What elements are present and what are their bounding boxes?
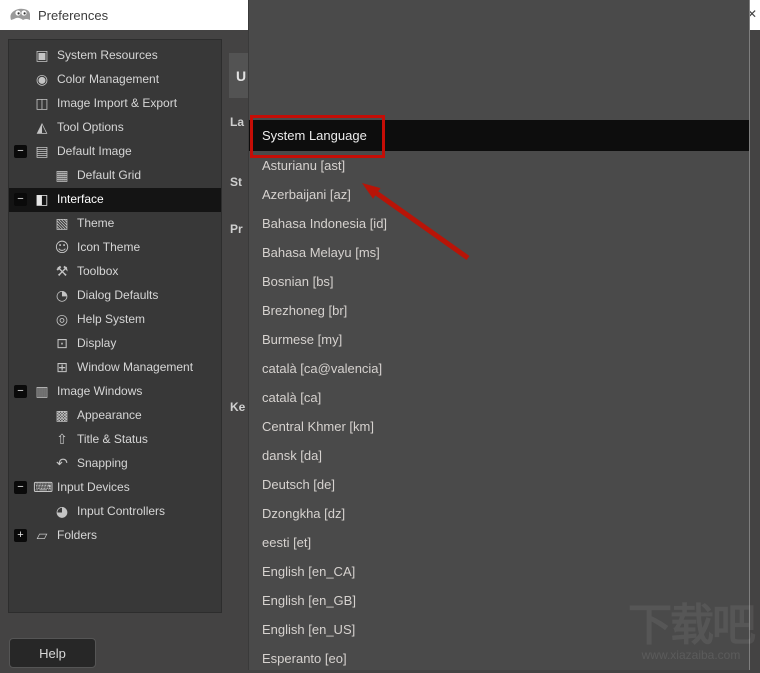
sidebar-item-label: Theme bbox=[77, 216, 115, 230]
style-label-partial: St bbox=[230, 175, 242, 189]
sidebar-item-label: Appearance bbox=[77, 408, 142, 422]
dialog-defaults-icon: ◔ bbox=[55, 288, 69, 304]
help-system-icon: ◎ bbox=[55, 312, 69, 328]
window-title: Preferences bbox=[38, 7, 109, 23]
expand-plus-icon[interactable]: + bbox=[14, 529, 27, 542]
default-image-icon: ▤ bbox=[35, 144, 49, 160]
language-option-english-en-ca[interactable]: English [en_CA] bbox=[249, 557, 749, 586]
sidebar-item-window-management[interactable]: ⊞ Window Management bbox=[9, 356, 221, 380]
sidebar-item-toolbox[interactable]: ⚒ Toolbox bbox=[9, 260, 221, 284]
sidebar-item-system-resources[interactable]: ▣ System Resources bbox=[9, 44, 221, 68]
sidebar-item-label: Interface bbox=[57, 192, 104, 206]
icon-theme-icon: ☺ bbox=[54, 240, 70, 256]
sidebar-item-label: Help System bbox=[77, 312, 146, 326]
sidebar-item-image-import-export[interactable]: ◫ Image Import & Export bbox=[9, 92, 221, 116]
sidebar-item-default-image[interactable]: − ▤ Default Image bbox=[9, 140, 221, 164]
language-option-catal-ca[interactable]: català [ca] bbox=[249, 383, 749, 412]
snapping-icon: ↶ bbox=[56, 456, 68, 472]
sidebar-item-label: Snapping bbox=[77, 456, 128, 470]
language-option-eesti-et[interactable]: eesti [et] bbox=[249, 528, 749, 557]
previews-label-partial: Pr bbox=[230, 222, 243, 236]
language-option-english-en-gb[interactable]: English [en_GB] bbox=[249, 586, 749, 615]
language-option-bahasa-indonesia-id[interactable]: Bahasa Indonesia [id] bbox=[249, 209, 749, 238]
sidebar-item-title-status[interactable]: ⇧ Title & Status bbox=[9, 428, 221, 452]
sidebar-item-theme[interactable]: ▧ Theme bbox=[9, 212, 221, 236]
theme-icon: ▧ bbox=[55, 216, 69, 232]
language-dropdown-list: System Language Asturianu [ast] Azerbaijan… bbox=[248, 0, 750, 670]
language-option-esperanto-eo[interactable]: Esperanto [eo] bbox=[249, 644, 749, 673]
sidebar-item-label: Toolbox bbox=[77, 264, 119, 278]
language-option-dansk-da[interactable]: dansk [da] bbox=[249, 441, 749, 470]
language-label-partial: La bbox=[230, 115, 245, 129]
sidebar-item-label: Image Windows bbox=[57, 384, 143, 398]
sidebar-item-help-system[interactable]: ◎ Help System bbox=[9, 308, 221, 332]
folders-icon: ▱ bbox=[36, 528, 48, 544]
sidebar-item-folders[interactable]: + ▱ Folders bbox=[9, 524, 221, 548]
preferences-category-tree: ▣ System Resources ◉ Color Management ◫ Image… bbox=[8, 39, 222, 613]
language-option-bosnian-bs[interactable]: Bosnian [bs] bbox=[249, 267, 749, 296]
toolbox-icon: ⚒ bbox=[55, 264, 69, 280]
language-option-burmese-my[interactable]: Burmese [my] bbox=[249, 325, 749, 354]
red-highlight-box bbox=[250, 115, 385, 158]
sidebar-item-label: Input Devices bbox=[57, 480, 130, 494]
collapse-minus-icon[interactable]: − bbox=[14, 385, 27, 398]
collapse-minus-icon[interactable]: − bbox=[14, 193, 27, 206]
sidebar-item-label: Image Import & Export bbox=[57, 96, 178, 110]
window-management-icon: ⊞ bbox=[56, 360, 68, 376]
language-option-brezhoneg-br[interactable]: Brezhoneg [br] bbox=[249, 296, 749, 325]
display-icon: ⊡ bbox=[56, 336, 68, 352]
language-option-central-khmer-km[interactable]: Central Khmer [km] bbox=[249, 412, 749, 441]
sidebar-item-input-controllers[interactable]: ◕ Input Controllers bbox=[9, 500, 221, 524]
keyboard-label-partial: Ke bbox=[230, 400, 246, 414]
image-windows-icon: ▥ bbox=[35, 384, 49, 400]
sidebar-item-tool-options[interactable]: ◭ Tool Options bbox=[9, 116, 221, 140]
red-arrow-annotation bbox=[362, 183, 470, 261]
language-option-english-en-us[interactable]: English [en_US] bbox=[249, 615, 749, 644]
sidebar-item-color-management[interactable]: ◉ Color Management bbox=[9, 68, 221, 92]
language-option-azerbaijani-az[interactable]: Azerbaijani [az] bbox=[249, 180, 749, 209]
sidebar-item-label: Color Management bbox=[57, 72, 160, 86]
sidebar-item-label: Dialog Defaults bbox=[77, 288, 159, 302]
sidebar-item-default-grid[interactable]: ▦ Default Grid bbox=[9, 164, 221, 188]
sidebar-item-input-devices[interactable]: − ⌨ Input Devices bbox=[9, 476, 221, 500]
input-controllers-icon: ◕ bbox=[55, 504, 69, 520]
sidebar-item-label: Title & Status bbox=[77, 432, 148, 446]
gimp-wilber-icon bbox=[8, 6, 32, 24]
sidebar-item-dialog-defaults[interactable]: ◔ Dialog Defaults bbox=[9, 284, 221, 308]
sidebar-item-interface[interactable]: − ◧ Interface bbox=[9, 188, 221, 212]
sidebar-item-label: System Resources bbox=[57, 48, 158, 62]
sidebar-item-appearance[interactable]: ▩ Appearance bbox=[9, 404, 221, 428]
collapse-minus-icon[interactable]: − bbox=[14, 481, 27, 494]
sidebar-item-label: Tool Options bbox=[57, 120, 124, 134]
input-devices-icon: ⌨ bbox=[33, 480, 54, 496]
sidebar-item-label: Input Controllers bbox=[77, 504, 166, 518]
sidebar-item-label: Default Image bbox=[57, 144, 132, 158]
sidebar-item-display[interactable]: ⊡ Display bbox=[9, 332, 221, 356]
sidebar-item-label: Window Management bbox=[77, 360, 194, 374]
sidebar-item-label: Icon Theme bbox=[77, 240, 141, 254]
sidebar-item-label: Default Grid bbox=[77, 168, 142, 182]
appearance-icon: ▩ bbox=[55, 408, 69, 424]
sidebar-item-snapping[interactable]: ↶ Snapping bbox=[9, 452, 221, 476]
language-option-catal-ca-valencia[interactable]: català [ca@valencia] bbox=[249, 354, 749, 383]
image-import-export-icon: ◫ bbox=[35, 96, 49, 112]
language-option-dzongkha-dz[interactable]: Dzongkha [dz] bbox=[249, 499, 749, 528]
default-grid-icon: ▦ bbox=[55, 168, 69, 184]
title-status-icon: ⇧ bbox=[56, 432, 68, 448]
tool-options-icon: ◭ bbox=[36, 120, 48, 136]
sidebar-item-image-windows[interactable]: − ▥ Image Windows bbox=[9, 380, 221, 404]
sidebar-item-label: Folders bbox=[57, 528, 98, 542]
interface-icon: ◧ bbox=[35, 192, 49, 208]
language-option-deutsch-de[interactable]: Deutsch [de] bbox=[249, 470, 749, 499]
collapse-minus-icon[interactable]: − bbox=[14, 145, 27, 158]
color-management-icon: ◉ bbox=[35, 72, 49, 88]
sidebar-item-icon-theme[interactable]: ☺ Icon Theme bbox=[9, 236, 221, 260]
language-option-bahasa-melayu-ms[interactable]: Bahasa Melayu [ms] bbox=[249, 238, 749, 267]
help-button[interactable]: Help bbox=[9, 638, 96, 668]
sidebar-item-label: Display bbox=[77, 336, 117, 350]
system-resources-icon: ▣ bbox=[35, 48, 49, 64]
